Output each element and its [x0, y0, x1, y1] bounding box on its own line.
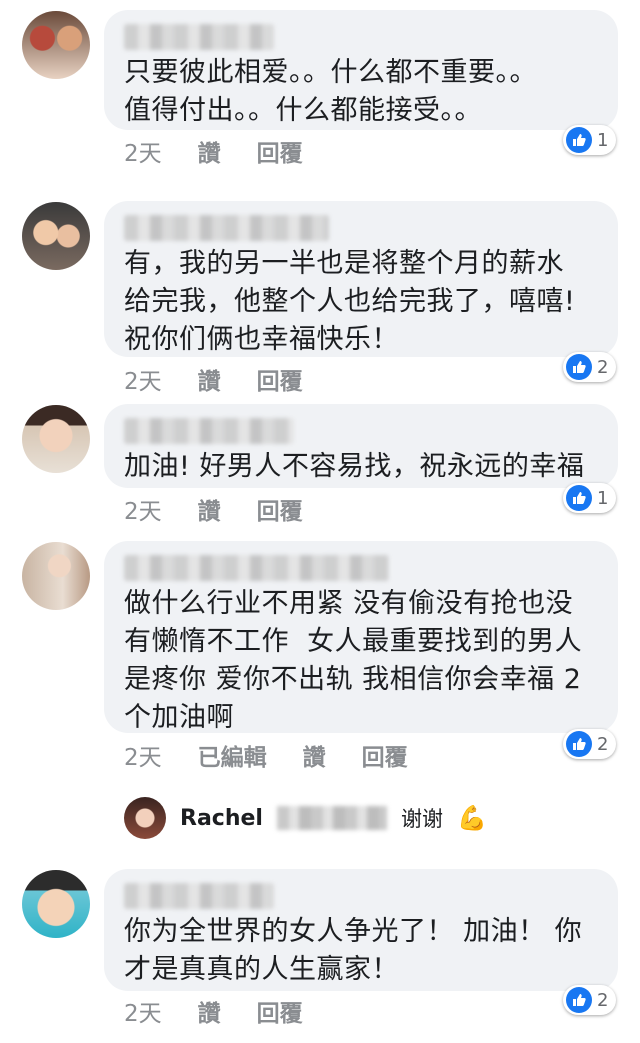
thumbs-up-icon [566, 127, 592, 153]
comment-text: 有，我的另一半也是将整个月的薪水 给完我，他整个人也给完我了，嘻嘻! 祝你们俩也… [124, 248, 576, 355]
commenter-name-redacted[interactable] [124, 24, 274, 50]
comment-timestamp[interactable]: 2天 [124, 492, 162, 526]
edited-label[interactable]: 已編輯 [198, 738, 267, 772]
comment-timestamp[interactable]: 2天 [124, 994, 162, 1028]
commenter-avatar[interactable] [22, 202, 90, 270]
thumbs-up-icon [566, 731, 592, 757]
comment-actions: 2天 讚 回覆 [124, 362, 303, 396]
commenter-name-redacted[interactable] [124, 418, 294, 444]
comment-text: 你为全世界的女人争光了！ 加油！ 你 才是真真的人生赢家！ [124, 916, 583, 985]
comment-text: 加油! 好男人不容易找，祝永远的幸福 [124, 451, 585, 482]
reaction-count: 2 [597, 733, 609, 755]
reply-link[interactable]: 回覆 [257, 492, 303, 526]
like-link[interactable]: 讚 [198, 362, 221, 396]
comment-timestamp[interactable]: 2天 [124, 362, 162, 396]
reply-link[interactable]: 回覆 [257, 134, 303, 168]
comment-actions: 2天 讚 回覆 [124, 492, 303, 526]
comment-bubble: 加油! 好男人不容易找，祝永远的幸福 [104, 404, 618, 488]
like-link[interactable]: 讚 [198, 134, 221, 168]
comment-bubble: 做什么行业不用紧 没有偷没有抢也没 有懒惰不工作 女人最重要找到的男人 是疼你 … [104, 541, 618, 733]
reply-text: 谢谢 [400, 807, 443, 831]
reply-link[interactable]: 回覆 [257, 994, 303, 1028]
reaction-badge[interactable]: 2 [563, 352, 617, 382]
comment-actions: 2天 讚 回覆 [124, 994, 303, 1028]
reaction-badge[interactable]: 1 [563, 483, 617, 513]
thumbs-up-icon [566, 485, 592, 511]
comment-actions: 2天 已編輯 讚 回覆 [124, 738, 408, 772]
reply-preview[interactable]: Rachel 谢谢 💪 [124, 797, 487, 839]
commenter-avatar[interactable] [22, 870, 90, 938]
reaction-count: 2 [597, 989, 609, 1011]
reaction-count: 1 [597, 487, 609, 509]
comment-timestamp[interactable]: 2天 [124, 738, 162, 772]
reply-author-name[interactable]: Rachel [180, 806, 263, 831]
comment-actions: 2天 讚 回覆 [124, 134, 303, 168]
comment-text: 做什么行业不用紧 没有偷没有抢也没 有懒惰不工作 女人最重要找到的男人 是疼你 … [124, 588, 583, 733]
comment-timestamp[interactable]: 2天 [124, 134, 162, 168]
commenter-avatar[interactable] [22, 11, 90, 79]
commenter-avatar[interactable] [22, 405, 90, 473]
reaction-badge[interactable]: 2 [563, 729, 617, 759]
thumbs-up-icon [566, 987, 592, 1013]
like-link[interactable]: 讚 [198, 492, 221, 526]
reaction-badge[interactable]: 2 [563, 985, 617, 1015]
reply-author-name-redacted [276, 806, 387, 830]
reaction-count: 2 [597, 356, 609, 378]
comment-bubble: 有，我的另一半也是将整个月的薪水 给完我，他整个人也给完我了，嘻嘻! 祝你们俩也… [104, 201, 618, 357]
reaction-badge[interactable]: 1 [563, 125, 617, 155]
commenter-name-redacted[interactable] [124, 883, 274, 909]
like-link[interactable]: 讚 [303, 738, 326, 772]
thumbs-up-icon [566, 354, 592, 380]
reply-link[interactable]: 回覆 [362, 738, 408, 772]
commenter-name-redacted[interactable] [124, 555, 389, 581]
flexed-biceps-icon: 💪 [456, 804, 487, 832]
commenter-avatar[interactable] [22, 542, 90, 610]
comment-text: 只要彼此相爱。。什么都不重要。。 值得付出。。什么都能接受。。 [124, 57, 537, 126]
commenter-name-redacted[interactable] [124, 215, 329, 241]
like-link[interactable]: 讚 [198, 994, 221, 1028]
reply-link[interactable]: 回覆 [257, 362, 303, 396]
reply-avatar[interactable] [124, 797, 166, 839]
comment-bubble: 只要彼此相爱。。什么都不重要。。 值得付出。。什么都能接受。。 [104, 10, 618, 130]
comment-bubble: 你为全世界的女人争光了！ 加油！ 你 才是真真的人生赢家！ [104, 869, 618, 991]
reaction-count: 1 [597, 129, 609, 151]
